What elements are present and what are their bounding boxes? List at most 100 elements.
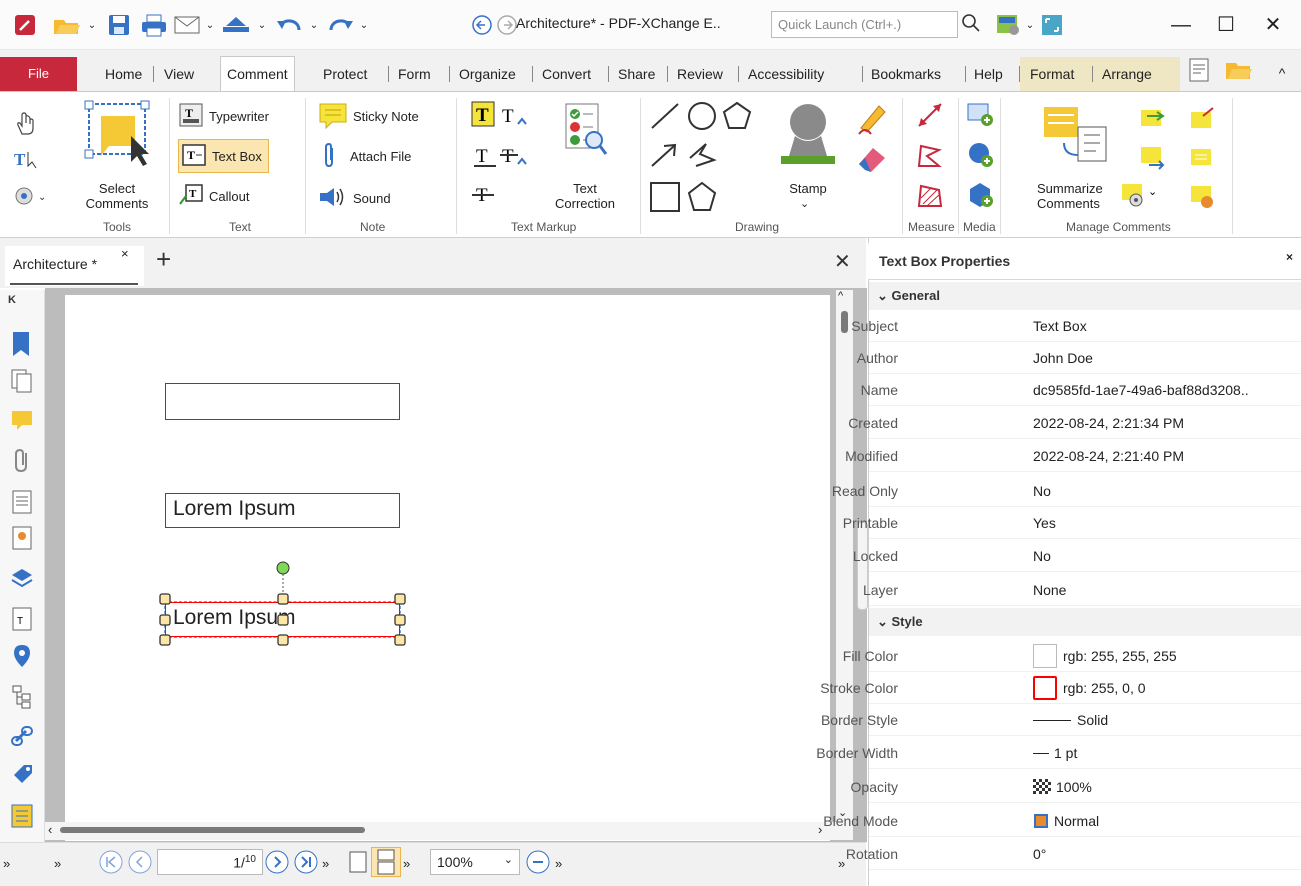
vertical-scroll-thumb[interactable] bbox=[841, 311, 848, 333]
section-general[interactable]: ⌄ General bbox=[869, 282, 1301, 310]
replace-text-icon[interactable]: T bbox=[500, 144, 530, 173]
pencil-icon[interactable] bbox=[855, 100, 889, 139]
prop-row-blend-mode[interactable]: Blend Mode Normal bbox=[823, 805, 1301, 837]
content-icon[interactable]: T bbox=[10, 606, 34, 632]
show-comments-icon[interactable]: ⌄ bbox=[1118, 180, 1160, 211]
print-icon[interactable] bbox=[138, 10, 170, 40]
fullscreen-icon[interactable] bbox=[1037, 10, 1067, 40]
prop-row-subject[interactable]: Subject Text Box bbox=[851, 310, 1301, 342]
status-more-icon[interactable]: » bbox=[54, 856, 61, 871]
tags-icon[interactable] bbox=[10, 763, 34, 789]
highlight-text-icon[interactable]: T bbox=[470, 100, 496, 133]
prop-row-printable[interactable]: Printable Yes bbox=[843, 507, 1301, 539]
redo-icon[interactable] bbox=[322, 10, 358, 40]
import-comments-icon[interactable] bbox=[1137, 104, 1167, 135]
horizontal-scroll-thumb[interactable] bbox=[60, 827, 365, 833]
previous-page-icon[interactable] bbox=[127, 849, 153, 878]
select-text-icon[interactable]: T bbox=[14, 148, 40, 173]
scan-icon[interactable] bbox=[218, 10, 254, 40]
area-icon[interactable] bbox=[915, 180, 945, 213]
pages-icon[interactable] bbox=[10, 368, 34, 394]
text-box-button[interactable]: T Text Box bbox=[178, 139, 269, 173]
scroll-right-icon[interactable]: › bbox=[818, 822, 822, 837]
comments-icon[interactable] bbox=[10, 408, 34, 434]
continuous-view-button[interactable] bbox=[371, 847, 401, 877]
page-number-input[interactable]: 1/10 bbox=[157, 849, 263, 875]
chevron-down-icon[interactable]: ⌄ bbox=[204, 10, 216, 40]
close-document-button[interactable]: ✕ bbox=[834, 249, 851, 274]
open-folder-icon[interactable] bbox=[1222, 55, 1256, 85]
arrow-icon[interactable] bbox=[648, 140, 682, 173]
tab-bookmarks[interactable]: Bookmarks bbox=[865, 59, 947, 89]
polygon-line-icon[interactable] bbox=[686, 140, 718, 173]
email-icon[interactable] bbox=[172, 10, 202, 40]
save-icon[interactable] bbox=[104, 10, 134, 40]
chevron-down-icon[interactable]: ⌄ bbox=[256, 10, 268, 40]
prop-row-modified[interactable]: Modified 2022-08-24, 2:21:40 PM bbox=[845, 440, 1301, 472]
tab-comment[interactable]: Comment bbox=[220, 56, 295, 92]
single-page-view-icon[interactable] bbox=[348, 850, 368, 877]
section-style[interactable]: ⌄ Style bbox=[869, 608, 1301, 636]
line-icon[interactable] bbox=[648, 100, 682, 135]
underline-text-icon[interactable]: T bbox=[472, 144, 498, 173]
status-more-icon[interactable]: » bbox=[403, 856, 410, 871]
stamp-icon[interactable] bbox=[775, 100, 841, 181]
status-more-icon[interactable]: » bbox=[555, 856, 562, 871]
zoom-out-icon[interactable] bbox=[525, 849, 551, 878]
compare-icon[interactable] bbox=[10, 803, 34, 829]
tab-share[interactable]: Share bbox=[612, 59, 661, 89]
prop-row-opacity[interactable]: Opacity 100% bbox=[851, 771, 1301, 803]
layers-icon[interactable] bbox=[10, 566, 34, 592]
undo-icon[interactable] bbox=[272, 10, 308, 40]
tab-form[interactable]: Form bbox=[392, 59, 437, 89]
tab-home[interactable]: Home bbox=[99, 59, 148, 89]
eraser-icon[interactable] bbox=[855, 142, 889, 177]
prop-row-border-style[interactable]: Border Style Solid bbox=[821, 704, 1301, 736]
prop-row-border-width[interactable]: Border Width 1 pt bbox=[816, 737, 1301, 769]
next-page-icon[interactable] bbox=[264, 849, 290, 878]
prop-row-rotation[interactable]: Rotation 0° bbox=[846, 838, 1301, 870]
text-box-empty[interactable] bbox=[165, 383, 400, 420]
last-page-icon[interactable] bbox=[293, 849, 319, 878]
quick-launch-input[interactable]: Quick Launch (Ctrl+.) bbox=[771, 11, 958, 38]
prop-row-layer[interactable]: Layer None bbox=[863, 574, 1301, 606]
text-correction-button[interactable]: Text Correction bbox=[540, 181, 630, 211]
tab-arrange[interactable]: Arrange bbox=[1096, 59, 1158, 89]
tab-help[interactable]: Help bbox=[968, 59, 1009, 89]
tab-organize[interactable]: Organize bbox=[453, 59, 522, 89]
scroll-left-icon[interactable]: ‹ bbox=[48, 822, 52, 837]
add-3d-icon[interactable] bbox=[966, 140, 996, 173]
prop-row-author[interactable]: Author John Doe bbox=[857, 342, 1301, 374]
structure-icon[interactable] bbox=[10, 683, 34, 709]
tab-accessibility[interactable]: Accessibility bbox=[742, 59, 830, 89]
stroke-color-swatch[interactable] bbox=[1033, 676, 1057, 700]
send-comments-icon[interactable] bbox=[1137, 143, 1167, 174]
chevron-down-icon[interactable]: ⌄ bbox=[308, 10, 320, 40]
customize-ui-icon[interactable] bbox=[992, 10, 1024, 40]
hand-tool-icon[interactable] bbox=[14, 112, 36, 139]
collapse-panel-icon[interactable]: K bbox=[8, 294, 16, 306]
text-correction-icon[interactable] bbox=[560, 100, 610, 165]
open-folder-icon[interactable] bbox=[50, 10, 84, 40]
maximize-button[interactable]: ☐ bbox=[1203, 10, 1249, 40]
close-window-button[interactable]: ✕ bbox=[1250, 10, 1296, 40]
typewriter-button[interactable]: T Typewriter bbox=[178, 100, 269, 132]
chevron-down-icon[interactable]: ⌄ bbox=[358, 10, 370, 40]
tab-view[interactable]: View bbox=[158, 59, 200, 89]
minimize-button[interactable]: — bbox=[1158, 10, 1204, 40]
prop-row-locked[interactable]: Locked No bbox=[853, 540, 1301, 572]
tab-format[interactable]: Format bbox=[1024, 59, 1080, 89]
pentagon-icon[interactable] bbox=[686, 180, 718, 217]
new-tab-button[interactable]: + bbox=[156, 244, 171, 275]
zoom-select[interactable]: 100% ⌄ bbox=[430, 849, 520, 875]
document-icon[interactable] bbox=[1182, 55, 1216, 85]
snapshot-icon[interactable]: ⌄ bbox=[12, 185, 48, 210]
bookmarks-icon[interactable] bbox=[10, 330, 34, 356]
summarize-comments-button[interactable]: Summarize Comments bbox=[1037, 181, 1117, 211]
select-comments-icon[interactable] bbox=[79, 98, 159, 183]
file-tab[interactable]: File bbox=[0, 57, 77, 91]
prop-row-name[interactable]: Name dc9585fd-1ae7-49a6-baf88d3208.. bbox=[861, 374, 1301, 406]
links-icon[interactable] bbox=[10, 723, 34, 749]
signatures-icon[interactable] bbox=[10, 525, 34, 551]
status-more-icon[interactable]: » bbox=[3, 856, 10, 871]
